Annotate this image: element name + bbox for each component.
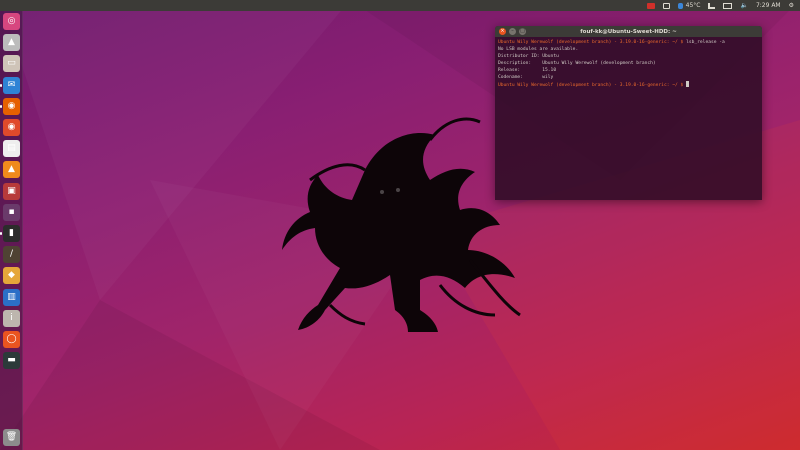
mail-icon — [646, 2, 655, 9]
settings-gear-icon: ⚙ — [788, 2, 794, 9]
battery-icon — [723, 2, 733, 9]
temperature-indicator[interactable]: 45°C — [677, 0, 701, 11]
running-indicator — [0, 104, 2, 108]
close-icon[interactable]: × — [499, 28, 506, 35]
temperature-label: 45°C — [685, 2, 701, 9]
dash-home-icon[interactable]: ◎ — [3, 13, 20, 30]
network-indicator[interactable] — [708, 0, 716, 11]
clock-label: 7:29 AM — [755, 2, 781, 9]
terminal-line: Distributor ID: Ubuntu — [498, 53, 759, 60]
network-icon — [708, 2, 716, 9]
terminal-line: Release: 15.10 — [498, 67, 759, 74]
werewolf-emblem — [282, 117, 521, 332]
terminal-title: fouf-kk@Ubuntu-Sweet-HDD: ~ — [580, 28, 677, 35]
privacy-app-icon[interactable]: ▲ — [3, 34, 20, 52]
terminal-window[interactable]: × – □ fouf-kk@Ubuntu-Sweet-HDD: ~ Ubuntu… — [495, 26, 762, 200]
guake-icon[interactable]: ◆ — [3, 267, 20, 285]
vlc-icon[interactable]: ▲ — [3, 161, 20, 179]
ubuntu-software-icon[interactable]: ◯ — [3, 331, 20, 348]
top-panel: 45°C 🔈 7:29 AM ⚙ — [0, 0, 800, 11]
terminal-line: Description: Ubuntu Wily Werewolf (devel… — [498, 60, 759, 67]
terminal-icon[interactable]: ▮ — [3, 225, 20, 242]
files-icon[interactable]: ▭ — [3, 55, 20, 73]
terminal-text: Description: Ubuntu Wily Werewolf (devel… — [498, 61, 656, 66]
terminal-text: Codename: wily — [498, 75, 554, 80]
running-indicator — [0, 83, 2, 87]
thermometer-icon — [677, 2, 683, 9]
terminal-titlebar[interactable]: × – □ fouf-kk@Ubuntu-Sweet-HDD: ~ — [495, 26, 762, 37]
session-indicator[interactable]: ⚙ — [789, 0, 794, 11]
chrome-icon[interactable]: ◉ — [3, 119, 20, 136]
terminal-text: No LSB modules are available. — [498, 47, 579, 52]
text-editor-icon[interactable]: / — [3, 246, 20, 264]
thunderbird-icon[interactable]: ✉ — [3, 76, 20, 94]
desktop-icon[interactable]: ▪ — [3, 203, 20, 221]
running-indicator — [0, 232, 2, 235]
terminal-line: Ubuntu Wily Werewolf (development branch… — [498, 81, 759, 89]
trash-icon[interactable]: 🗑 — [3, 429, 20, 446]
terminal-line: No LSB modules are available. — [498, 46, 759, 53]
terminal-line: Codename: wily — [498, 74, 759, 81]
keyboard-icon — [662, 2, 670, 9]
terminal-prompt: Ubuntu Wily Werewolf (development branch… — [498, 40, 687, 45]
firefox-icon[interactable]: ◉ — [3, 97, 20, 115]
battery-indicator[interactable] — [723, 0, 733, 11]
document-viewer-icon[interactable]: ▤ — [3, 140, 20, 158]
volume-indicator[interactable]: 🔈 — [740, 0, 747, 11]
terminal-line: Ubuntu Wily Werewolf (development branch… — [498, 39, 759, 46]
terminal-prompt: Ubuntu Wily Werewolf (development branch… — [498, 83, 687, 88]
screen-terminal-icon[interactable]: ▬ — [3, 352, 20, 370]
terminal-output[interactable]: Ubuntu Wily Werewolf (development branch… — [495, 37, 762, 91]
maximize-icon[interactable]: □ — [519, 28, 526, 35]
info-icon[interactable]: i — [3, 309, 20, 327]
launcher: ◎ ▲ ▭ ✉ ◉ ◉ ▤ ▲ ▣ ▪ ▮ / ◆ ▥ i ◯ ▬ 🗑 — [0, 11, 23, 450]
system-monitor-icon[interactable]: ▥ — [3, 288, 20, 306]
keyboard-indicator[interactable] — [662, 0, 670, 11]
volume-icon: 🔈 — [740, 2, 748, 9]
terminal-text: Distributor ID: Ubuntu — [498, 54, 559, 59]
terminal-text: lsb_release -a — [686, 40, 725, 45]
popcorn-time-icon[interactable]: ▣ — [3, 182, 20, 200]
terminal-text: Release: 15.10 — [498, 68, 557, 73]
mail-indicator[interactable] — [646, 0, 655, 11]
clock-indicator[interactable]: 7:29 AM — [756, 0, 781, 11]
terminal-cursor — [686, 81, 690, 87]
minimize-icon[interactable]: – — [509, 28, 516, 35]
